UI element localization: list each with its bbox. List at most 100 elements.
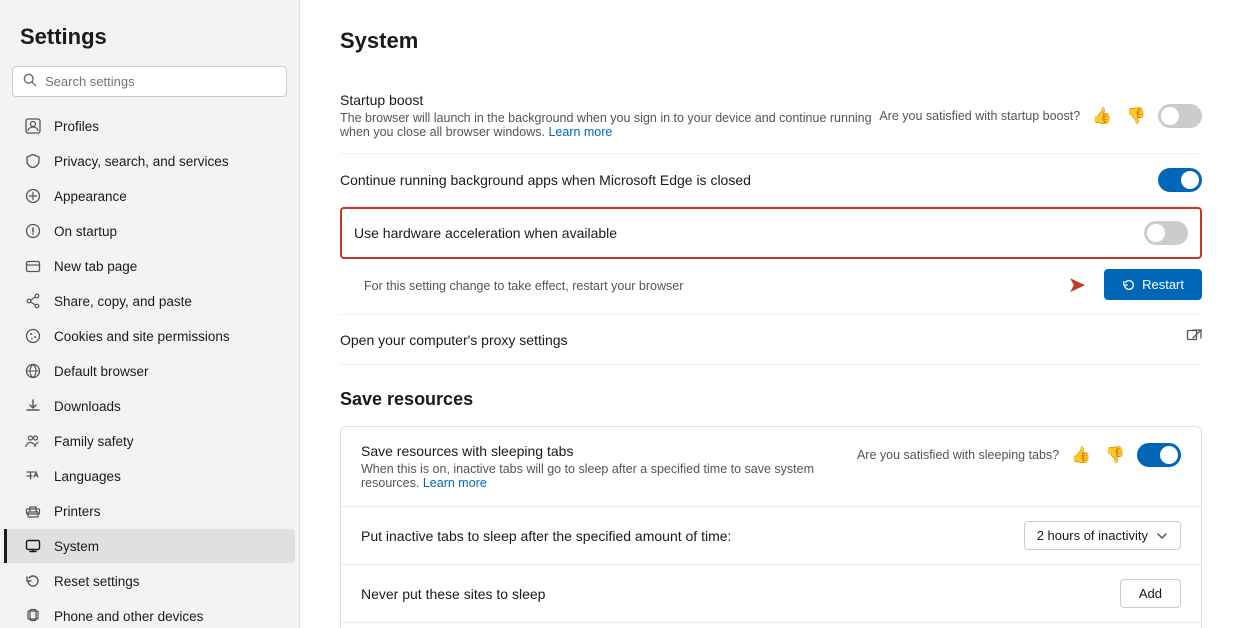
sidebar-item-newtab[interactable]: New tab page <box>4 249 295 283</box>
sidebar-item-cookies[interactable]: Cookies and site permissions <box>4 319 295 353</box>
sidebar-item-languages[interactable]: Languages <box>4 459 295 493</box>
inactive-tabs-label: Put inactive tabs to sleep after the spe… <box>361 528 731 544</box>
phone-icon <box>24 607 42 625</box>
restart-row-right: ➤ Restart <box>1068 269 1202 300</box>
sidebar-label-startup: On startup <box>54 224 117 239</box>
background-apps-label: Continue running background apps when Mi… <box>340 172 1158 188</box>
proxy-row: Open your computer's proxy settings <box>340 315 1202 365</box>
hardware-accel-row: Use hardware acceleration when available <box>340 207 1202 259</box>
startup-icon <box>24 222 42 240</box>
reset-icon <box>24 572 42 590</box>
startup-boost-left: Startup boost The browser will launch in… <box>340 92 879 139</box>
sidebar-label-cookies: Cookies and site permissions <box>54 329 230 344</box>
startup-boost-toggle[interactable] <box>1158 104 1202 128</box>
sidebar-item-privacy[interactable]: Privacy, search, and services <box>4 144 295 178</box>
sidebar-item-appearance[interactable]: Appearance <box>4 179 295 213</box>
background-apps-right <box>1158 168 1202 192</box>
appearance-icon <box>24 187 42 205</box>
main-content: System Startup boost The browser will la… <box>300 0 1242 628</box>
inactivity-dropdown-value: 2 hours of inactivity <box>1037 528 1148 543</box>
inactive-tabs-row: Put inactive tabs to sleep after the spe… <box>341 507 1201 565</box>
background-apps-toggle[interactable] <box>1158 168 1202 192</box>
startup-boost-learn-more[interactable]: Learn more <box>548 125 612 139</box>
hardware-accel-left: Use hardware acceleration when available <box>354 225 1144 241</box>
hardware-accel-label: Use hardware acceleration when available <box>354 225 1144 241</box>
cookies-icon <box>24 327 42 345</box>
sleeping-satisfied-text: Are you satisfied with sleeping tabs? <box>857 448 1059 462</box>
share-icon <box>24 292 42 310</box>
browser-icon <box>24 362 42 380</box>
sidebar-label-downloads: Downloads <box>54 399 121 414</box>
hardware-accel-slider <box>1144 221 1188 245</box>
dropdown-chevron-icon <box>1156 530 1168 542</box>
sidebar-item-phone[interactable]: Phone and other devices <box>4 599 295 628</box>
sidebar-label-reset: Reset settings <box>54 574 140 589</box>
sidebar-item-printers[interactable]: Printers <box>4 494 295 528</box>
language-icon <box>24 467 42 485</box>
resources-card: Save resources with sleeping tabs When t… <box>340 426 1202 628</box>
restart-icon <box>1122 278 1136 292</box>
proxy-right <box>1186 329 1202 350</box>
search-input[interactable] <box>45 74 276 89</box>
sidebar-label-profiles: Profiles <box>54 119 99 134</box>
startup-boost-right: Are you satisfied with startup boost? 👍 … <box>879 104 1202 128</box>
startup-satisfied-text: Are you satisfied with startup boost? <box>879 109 1080 123</box>
sidebar-label-privacy: Privacy, search, and services <box>54 154 229 169</box>
family-icon <box>24 432 42 450</box>
external-link-icon[interactable] <box>1186 329 1202 350</box>
sidebar-item-defaultbrowser[interactable]: Default browser <box>4 354 295 388</box>
restart-row: For this setting change to take effect, … <box>340 259 1202 315</box>
sidebar-label-newtab: New tab page <box>54 259 137 274</box>
sleeping-tabs-learn-more[interactable]: Learn more <box>423 476 487 490</box>
hardware-accel-right <box>1144 221 1188 245</box>
startup-boost-slider <box>1158 104 1202 128</box>
page-title: System <box>340 28 1202 54</box>
download-icon <box>24 397 42 415</box>
sidebar-label-printers: Printers <box>54 504 101 519</box>
sidebar-label-phone: Phone and other devices <box>54 609 203 624</box>
sidebar-item-reset[interactable]: Reset settings <box>4 564 295 598</box>
profiles-icon <box>24 117 42 135</box>
sidebar-label-appearance: Appearance <box>54 189 127 204</box>
sidebar-title: Settings <box>0 16 299 66</box>
add-site-button[interactable]: Add <box>1120 579 1181 608</box>
never-sleep-label: Never put these sites to sleep <box>361 586 545 602</box>
startup-boost-label: Startup boost <box>340 92 879 108</box>
sidebar-item-downloads[interactable]: Downloads <box>4 389 295 423</box>
never-sleep-row: Never put these sites to sleep Add <box>341 565 1201 623</box>
sidebar-label-defaultbrowser: Default browser <box>54 364 149 379</box>
sidebar-item-profiles[interactable]: Profiles <box>4 109 295 143</box>
restart-button[interactable]: Restart <box>1104 269 1202 300</box>
sidebar-item-share[interactable]: Share, copy, and paste <box>4 284 295 318</box>
startup-thumb-down-btn[interactable]: 👎 <box>1124 104 1148 128</box>
background-apps-row: Continue running background apps when Mi… <box>340 154 1202 207</box>
background-apps-slider <box>1158 168 1202 192</box>
inactivity-dropdown[interactable]: 2 hours of inactivity <box>1024 521 1181 550</box>
system-icon <box>24 537 42 555</box>
sleeping-thumb-up-btn[interactable]: 👍 <box>1069 443 1093 467</box>
search-box[interactable] <box>12 66 287 97</box>
startup-boost-row: Startup boost The browser will launch in… <box>340 78 1202 154</box>
restart-row-left: For this setting change to take effect, … <box>364 277 1068 293</box>
sleeping-thumb-down-btn[interactable]: 👎 <box>1103 443 1127 467</box>
sleeping-tabs-label: Save resources with sleeping tabs <box>361 443 857 459</box>
restart-arrow-icon: ➤ <box>1068 272 1086 298</box>
proxy-label: Open your computer's proxy settings <box>340 332 1186 348</box>
sleeping-tabs-toggle[interactable] <box>1137 443 1181 467</box>
sidebar-label-family: Family safety <box>54 434 134 449</box>
save-resources-title: Save resources <box>340 389 1202 410</box>
sleeping-tabs-header: Save resources with sleeping tabs When t… <box>341 427 1201 507</box>
sleeping-tabs-right: Are you satisfied with sleeping tabs? 👍 … <box>857 443 1181 467</box>
startup-thumb-up-btn[interactable]: 👍 <box>1090 104 1114 128</box>
sidebar: Settings Profiles Privacy, search, and s… <box>0 0 300 628</box>
sidebar-item-startup[interactable]: On startup <box>4 214 295 248</box>
sidebar-item-system[interactable]: System <box>4 529 295 563</box>
restart-button-label: Restart <box>1142 277 1184 292</box>
sidebar-item-family[interactable]: Family safety <box>4 424 295 458</box>
newtab-icon <box>24 257 42 275</box>
sidebar-label-languages: Languages <box>54 469 121 484</box>
proxy-left: Open your computer's proxy settings <box>340 332 1186 348</box>
sleeping-tabs-desc: When this is on, inactive tabs will go t… <box>361 462 857 490</box>
hardware-accel-toggle[interactable] <box>1144 221 1188 245</box>
sidebar-label-system: System <box>54 539 99 554</box>
